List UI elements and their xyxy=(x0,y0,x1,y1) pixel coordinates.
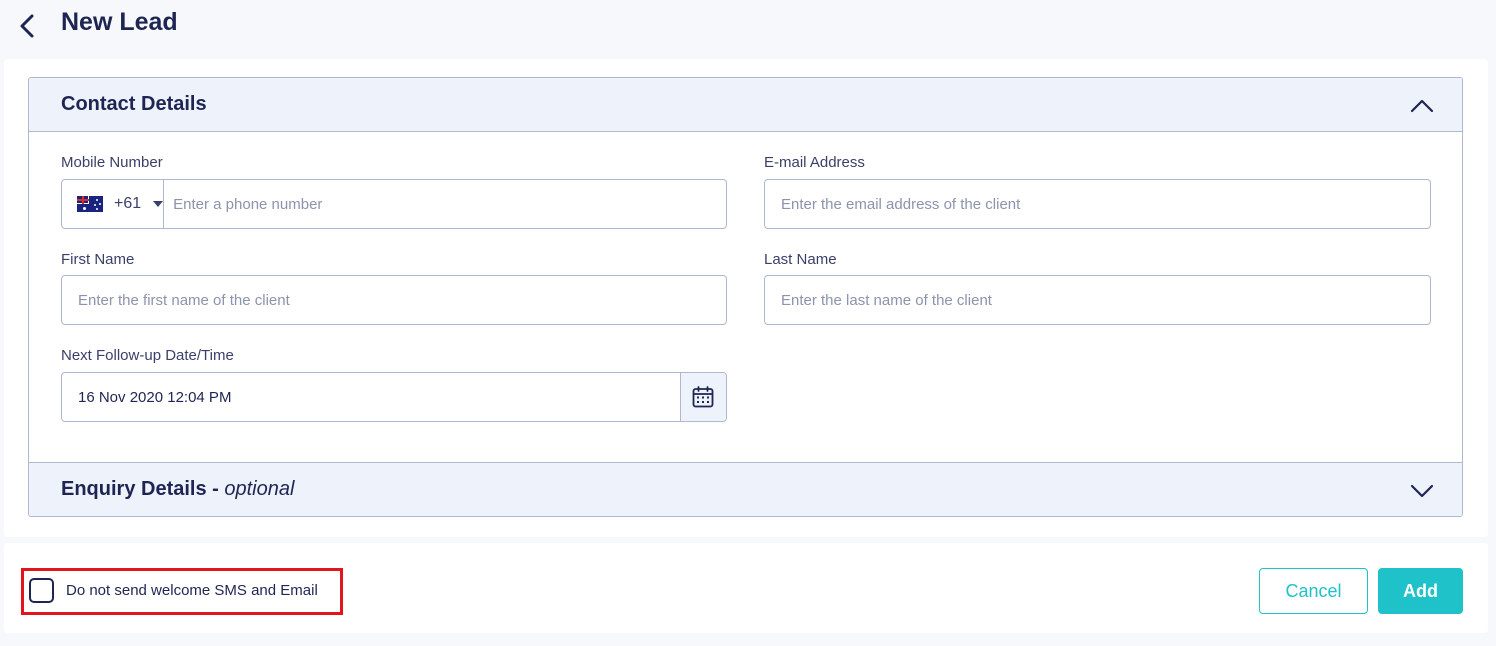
australia-flag-icon xyxy=(77,196,103,212)
mobile-number-field: +61 xyxy=(61,179,727,229)
cancel-button[interactable]: Cancel xyxy=(1259,568,1368,614)
email-label: E-mail Address xyxy=(764,154,865,171)
contact-details-header[interactable]: Contact Details xyxy=(29,78,1462,132)
follow-up-label: Next Follow-up Date/Time xyxy=(61,347,234,364)
email-field-box xyxy=(764,179,1431,229)
welcome-message-checkbox-label[interactable]: Do not send welcome SMS and Email xyxy=(66,582,318,599)
form-footer: Do not send welcome SMS and Email Cancel… xyxy=(4,543,1488,633)
calendar-icon xyxy=(692,386,714,408)
first-name-input[interactable] xyxy=(62,276,726,324)
dial-code: +61 xyxy=(114,195,142,212)
follow-up-field-box xyxy=(61,372,727,422)
back-button[interactable] xyxy=(14,12,40,40)
chevron-down-icon[interactable] xyxy=(1410,479,1434,503)
mobile-number-label: Mobile Number xyxy=(61,154,163,171)
last-name-label: Last Name xyxy=(764,251,837,268)
phone-number-input[interactable] xyxy=(164,180,726,228)
follow-up-datetime-input[interactable] xyxy=(62,373,680,421)
page-header: New Lead xyxy=(0,0,1496,56)
chevron-left-icon xyxy=(20,14,34,38)
last-name-field-box xyxy=(764,275,1431,325)
caret-down-icon xyxy=(153,201,164,207)
form-accordion: Contact Details Mobile Number +61 Enter … xyxy=(28,77,1463,517)
first-name-label: First Name xyxy=(61,251,135,268)
chevron-up-icon[interactable] xyxy=(1410,94,1434,118)
add-button[interactable]: Add xyxy=(1378,568,1463,614)
welcome-message-checkbox[interactable] xyxy=(29,578,54,603)
contact-details-title: Contact Details xyxy=(61,93,207,115)
first-name-field-box xyxy=(61,275,727,325)
enquiry-details-header[interactable]: Enquiry Details - optional xyxy=(29,462,1462,516)
calendar-button[interactable] xyxy=(679,373,726,421)
last-name-input[interactable] xyxy=(765,276,1430,324)
optional-label: optional xyxy=(224,478,295,500)
page-title: New Lead xyxy=(61,8,178,36)
enquiry-details-title: Enquiry Details - optional xyxy=(61,478,294,501)
enquiry-details-title-text: Enquiry Details - xyxy=(61,478,225,500)
country-code-select[interactable]: +61 xyxy=(62,180,165,228)
lead-form-card: Contact Details Mobile Number +61 Enter … xyxy=(4,59,1488,537)
email-input[interactable] xyxy=(765,180,1430,228)
